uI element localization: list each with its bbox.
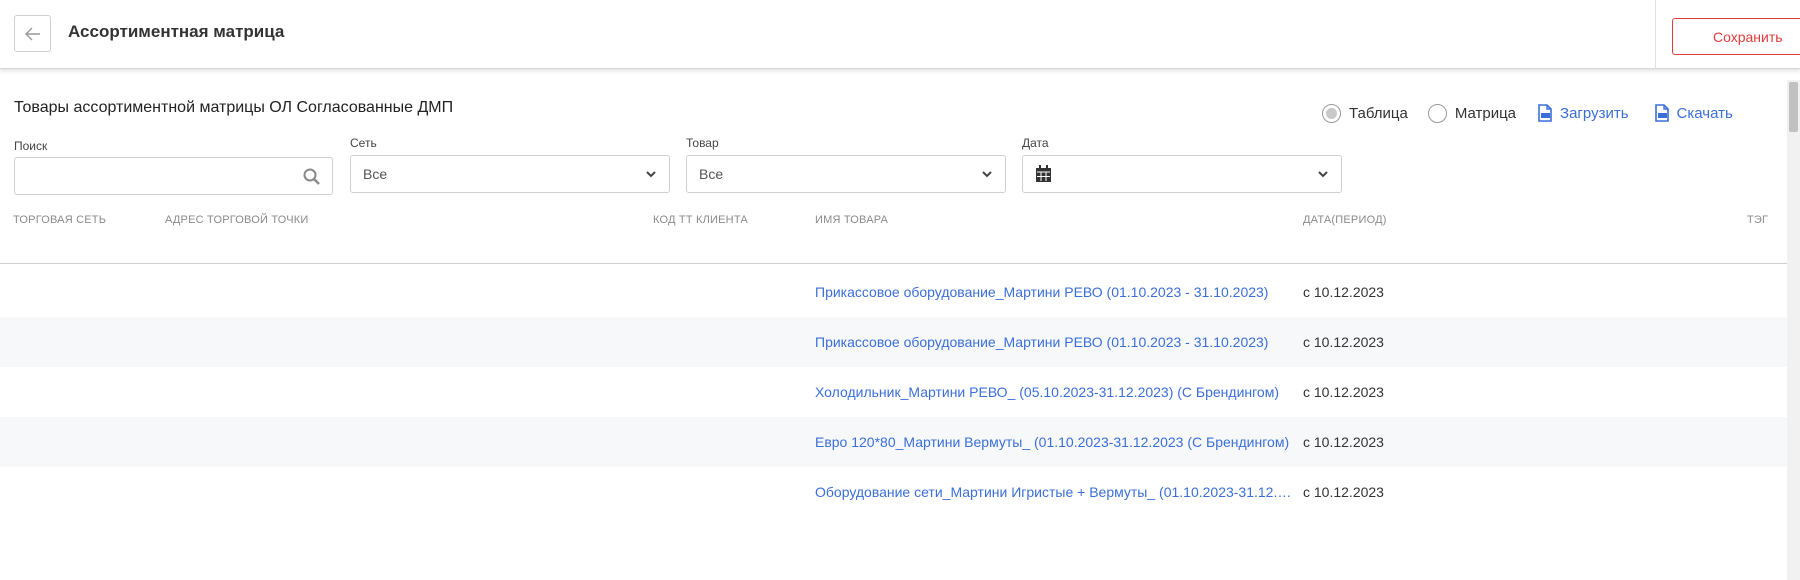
- save-button[interactable]: Сохранить: [1672, 18, 1800, 55]
- calendar-icon: [1036, 165, 1051, 182]
- file-download-icon: [1654, 104, 1669, 122]
- search-icon: [303, 168, 320, 185]
- download-button[interactable]: Скачать: [1653, 104, 1733, 122]
- chevron-down-icon: [646, 171, 656, 178]
- scrollbar-thumb[interactable]: [1789, 82, 1798, 132]
- table-row: Прикассовое оборудование_Мартини РЕВО (0…: [0, 267, 1787, 317]
- table-row: Холодильник_Мартини РЕВО_ (05.10.2023-31…: [0, 367, 1787, 417]
- arrow-left-icon: [24, 27, 40, 40]
- radio-table-label: Таблица: [1349, 104, 1408, 122]
- date-cell: с 10.12.2023: [1303, 434, 1384, 450]
- product-link[interactable]: Холодильник_Мартини РЕВО_ (05.10.2023-31…: [815, 367, 1297, 417]
- date-cell: с 10.12.2023: [1303, 284, 1384, 300]
- upload-label: Загрузить: [1560, 104, 1629, 122]
- product-value: Все: [699, 166, 724, 182]
- upload-button[interactable]: Загрузить: [1536, 104, 1629, 122]
- radio-checked-icon: [1322, 103, 1341, 123]
- header-divider: [1655, 0, 1656, 69]
- column-header-tag[interactable]: ТЭГ: [1747, 214, 1768, 226]
- date-picker[interactable]: [1022, 155, 1342, 193]
- table-row: Прикассовое оборудование_Мартини РЕВО (0…: [0, 317, 1787, 367]
- table-header-divider: [0, 263, 1787, 264]
- product-link[interactable]: Оборудование сети_Мартини Игристые + Вер…: [815, 467, 1297, 517]
- radio-matrix[interactable]: Матрица: [1427, 103, 1517, 123]
- date-cell: с 10.12.2023: [1303, 334, 1384, 350]
- product-link[interactable]: Прикассовое оборудование_Мартини РЕВО (0…: [815, 267, 1297, 317]
- view-controls: Таблица Матрица Загрузить Скачать: [1322, 101, 1757, 125]
- product-link[interactable]: Прикассовое оборудование_Мартини РЕВО (0…: [815, 317, 1297, 367]
- app-header: Ассортиментная матрица Сохранить: [0, 0, 1800, 69]
- column-header-address[interactable]: АДРЕС ТОРГОВОЙ ТОЧКИ: [165, 214, 309, 226]
- date-cell: с 10.12.2023: [1303, 384, 1384, 400]
- back-button[interactable]: [14, 15, 51, 52]
- chevron-down-icon: [982, 171, 992, 178]
- radio-matrix-label: Матрица: [1454, 104, 1517, 122]
- network-value: Все: [363, 166, 388, 182]
- product-select[interactable]: Все: [686, 155, 1006, 193]
- chevron-down-icon: [1318, 171, 1328, 178]
- network-select[interactable]: Все: [350, 155, 670, 193]
- column-header-product[interactable]: ИМЯ ТОВАРА: [815, 214, 888, 226]
- product-label: Товар: [686, 136, 719, 150]
- page-title: Ассортиментная матрица: [68, 22, 285, 41]
- column-header-client-code[interactable]: КОД ТТ КЛИЕНТА: [653, 214, 748, 226]
- column-header-network[interactable]: ТОРГОВАЯ СЕТЬ: [13, 214, 106, 226]
- vertical-scrollbar[interactable]: [1787, 80, 1800, 580]
- search-label: Поиск: [14, 139, 48, 153]
- date-cell: с 10.12.2023: [1303, 484, 1384, 500]
- radio-unchecked-icon: [1427, 103, 1447, 123]
- table-row: Евро 120*80_Мартини Вермуты_ (01.10.2023…: [0, 417, 1787, 467]
- radio-table[interactable]: Таблица: [1322, 103, 1408, 123]
- column-header-date[interactable]: ДАТА(ПЕРИОД): [1303, 214, 1387, 226]
- download-label: Скачать: [1676, 104, 1733, 122]
- section-title: Товары ассортиментной матрицы ОЛ Согласо…: [14, 99, 454, 116]
- search-input[interactable]: [14, 157, 333, 195]
- network-label: Сеть: [350, 136, 377, 150]
- product-link[interactable]: Евро 120*80_Мартини Вермуты_ (01.10.2023…: [815, 417, 1297, 467]
- table-row: Оборудование сети_Мартини Игристые + Вер…: [0, 467, 1787, 517]
- date-label: Дата: [1022, 136, 1049, 150]
- file-upload-icon: [1538, 104, 1552, 122]
